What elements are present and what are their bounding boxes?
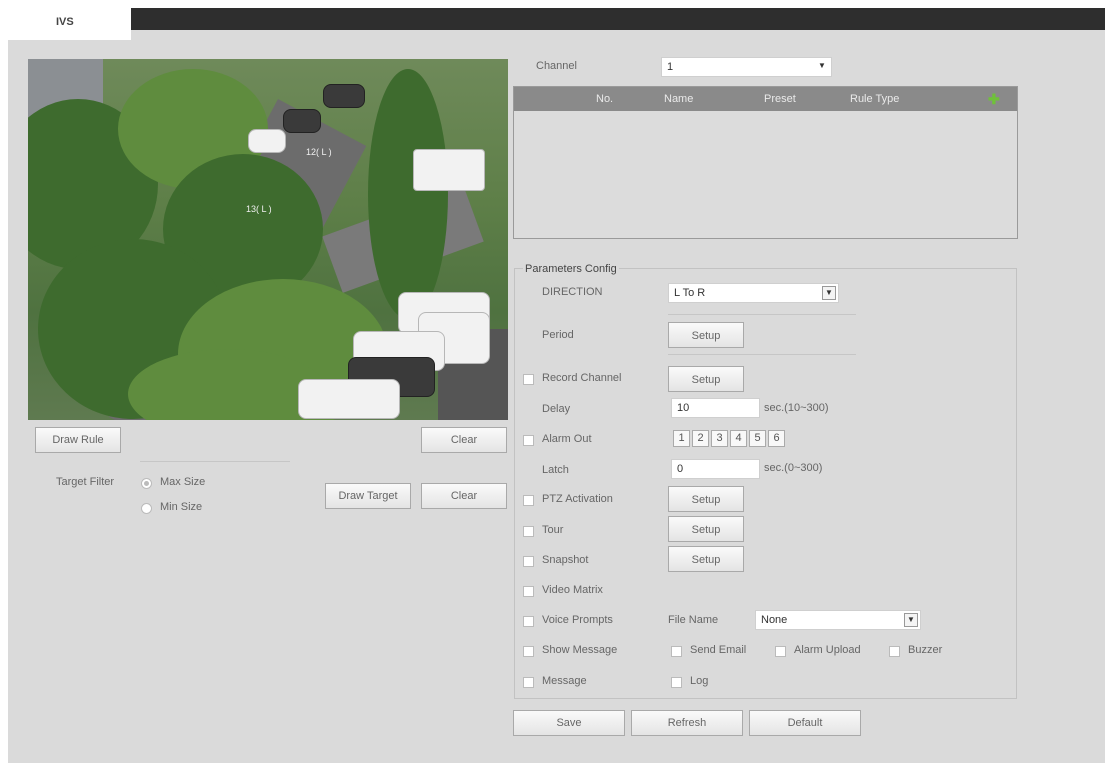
- video-matrix-label: Video Matrix: [542, 584, 603, 596]
- file-name-select-value: None: [761, 614, 788, 626]
- alarm-out-1-button[interactable]: 1: [673, 430, 690, 447]
- draw-rule-button[interactable]: Draw Rule: [35, 427, 121, 453]
- max-size-radio[interactable]: [141, 478, 152, 489]
- min-size-label: Min Size: [160, 501, 203, 513]
- tab-ivs-label: IVS: [56, 16, 74, 28]
- tab-ivs[interactable]: IVS: [8, 8, 131, 40]
- record-channel-checkbox[interactable]: [523, 374, 534, 385]
- alarm-out-3-button[interactable]: 3: [711, 430, 728, 447]
- car: [283, 109, 321, 133]
- alarm-upload-label: Alarm Upload: [794, 644, 861, 656]
- top-bar: [131, 8, 1105, 30]
- send-email-checkbox[interactable]: [671, 646, 682, 657]
- snapshot-setup-button[interactable]: Setup: [668, 546, 744, 572]
- max-size-label: Max Size: [160, 476, 206, 488]
- car: [248, 129, 286, 153]
- alarm-out-5-button[interactable]: 5: [749, 430, 766, 447]
- direction-label: DIRECTION: [542, 286, 603, 298]
- clear-target-button[interactable]: Clear: [421, 483, 507, 509]
- file-name-label: File Name: [668, 614, 719, 626]
- car: [323, 84, 365, 108]
- column-header-preset: Preset: [764, 93, 796, 105]
- rule-table[interactable]: No. Name Preset Rule Type ✚: [513, 86, 1018, 239]
- parameters-config-panel: [514, 268, 1017, 699]
- delay-input[interactable]: 10: [671, 398, 760, 418]
- alarm-out-label: Alarm Out: [542, 433, 592, 445]
- target-filter-label: Target Filter: [56, 476, 115, 488]
- ptz-activation-label: PTZ Activation: [542, 493, 613, 505]
- video-matrix-checkbox[interactable]: [523, 586, 534, 597]
- log-label: Log: [690, 675, 709, 687]
- record-channel-label: Record Channel: [542, 372, 622, 384]
- show-message-checkbox[interactable]: [523, 646, 534, 657]
- column-header-rule-type: Rule Type: [850, 93, 900, 105]
- latch-unit-label: sec.(0~300): [764, 462, 823, 474]
- period-setup-button[interactable]: Setup: [668, 322, 744, 348]
- truck: [413, 149, 485, 191]
- channel-label: Channel: [536, 60, 577, 72]
- send-email-label: Send Email: [690, 644, 747, 656]
- buzzer-label: Buzzer: [908, 644, 943, 656]
- latch-label: Latch: [542, 464, 569, 476]
- voice-prompts-checkbox[interactable]: [523, 616, 534, 627]
- channel-select[interactable]: 1 ▼: [661, 57, 832, 77]
- rule-overlay-label: 13( L ): [246, 204, 272, 214]
- alarm-out-2-button[interactable]: 2: [692, 430, 709, 447]
- chevron-down-icon: ▼: [904, 613, 918, 627]
- rule-overlay-label: 12( L ): [306, 147, 332, 157]
- divider: [668, 314, 856, 315]
- add-rule-icon[interactable]: ✚: [988, 92, 1002, 106]
- save-button[interactable]: Save: [513, 710, 625, 736]
- latch-input[interactable]: 0: [671, 459, 760, 479]
- snapshot-checkbox[interactable]: [523, 556, 534, 567]
- rule-table-header: No. Name Preset Rule Type ✚: [514, 87, 1017, 111]
- delay-label: Delay: [542, 403, 571, 415]
- divider: [140, 461, 290, 462]
- buzzer-checkbox[interactable]: [889, 646, 900, 657]
- alarm-out-6-button[interactable]: 6: [768, 430, 785, 447]
- alarm-out-4-button[interactable]: 4: [730, 430, 747, 447]
- channel-select-value: 1: [667, 61, 674, 73]
- ptz-activation-setup-button[interactable]: Setup: [668, 486, 744, 512]
- tree: [368, 69, 448, 319]
- column-header-name: Name: [664, 93, 694, 105]
- min-size-radio[interactable]: [141, 503, 152, 514]
- message-label: Message: [542, 675, 587, 687]
- tour-setup-button[interactable]: Setup: [668, 516, 744, 542]
- divider: [668, 354, 856, 355]
- default-button[interactable]: Default: [749, 710, 861, 736]
- tour-label: Tour: [542, 524, 564, 536]
- alarm-upload-checkbox[interactable]: [775, 646, 786, 657]
- draw-target-button[interactable]: Draw Target: [325, 483, 411, 509]
- clear-rule-button[interactable]: Clear: [421, 427, 507, 453]
- chevron-down-icon: ▼: [822, 286, 836, 300]
- video-preview[interactable]: 12( L ) 13( L ): [28, 59, 508, 420]
- tour-checkbox[interactable]: [523, 526, 534, 537]
- car: [298, 379, 400, 419]
- column-header-no: No.: [596, 93, 614, 105]
- file-name-select[interactable]: None ▼: [755, 610, 921, 630]
- parameters-config-legend: Parameters Config: [523, 263, 619, 275]
- direction-select-value: L To R: [674, 287, 706, 299]
- alarm-out-checkbox[interactable]: [523, 435, 534, 446]
- record-channel-setup-button[interactable]: Setup: [668, 366, 744, 392]
- delay-unit-label: sec.(10~300): [764, 402, 829, 414]
- show-message-label: Show Message: [542, 644, 618, 656]
- ptz-activation-checkbox[interactable]: [523, 495, 534, 506]
- message-checkbox[interactable]: [523, 677, 534, 688]
- snapshot-label: Snapshot: [542, 554, 589, 566]
- voice-prompts-label: Voice Prompts: [542, 614, 613, 626]
- period-label: Period: [542, 329, 574, 341]
- refresh-button[interactable]: Refresh: [631, 710, 743, 736]
- log-checkbox[interactable]: [671, 677, 682, 688]
- chevron-down-icon: ▼: [818, 61, 826, 70]
- direction-select[interactable]: L To R ▼: [668, 283, 839, 303]
